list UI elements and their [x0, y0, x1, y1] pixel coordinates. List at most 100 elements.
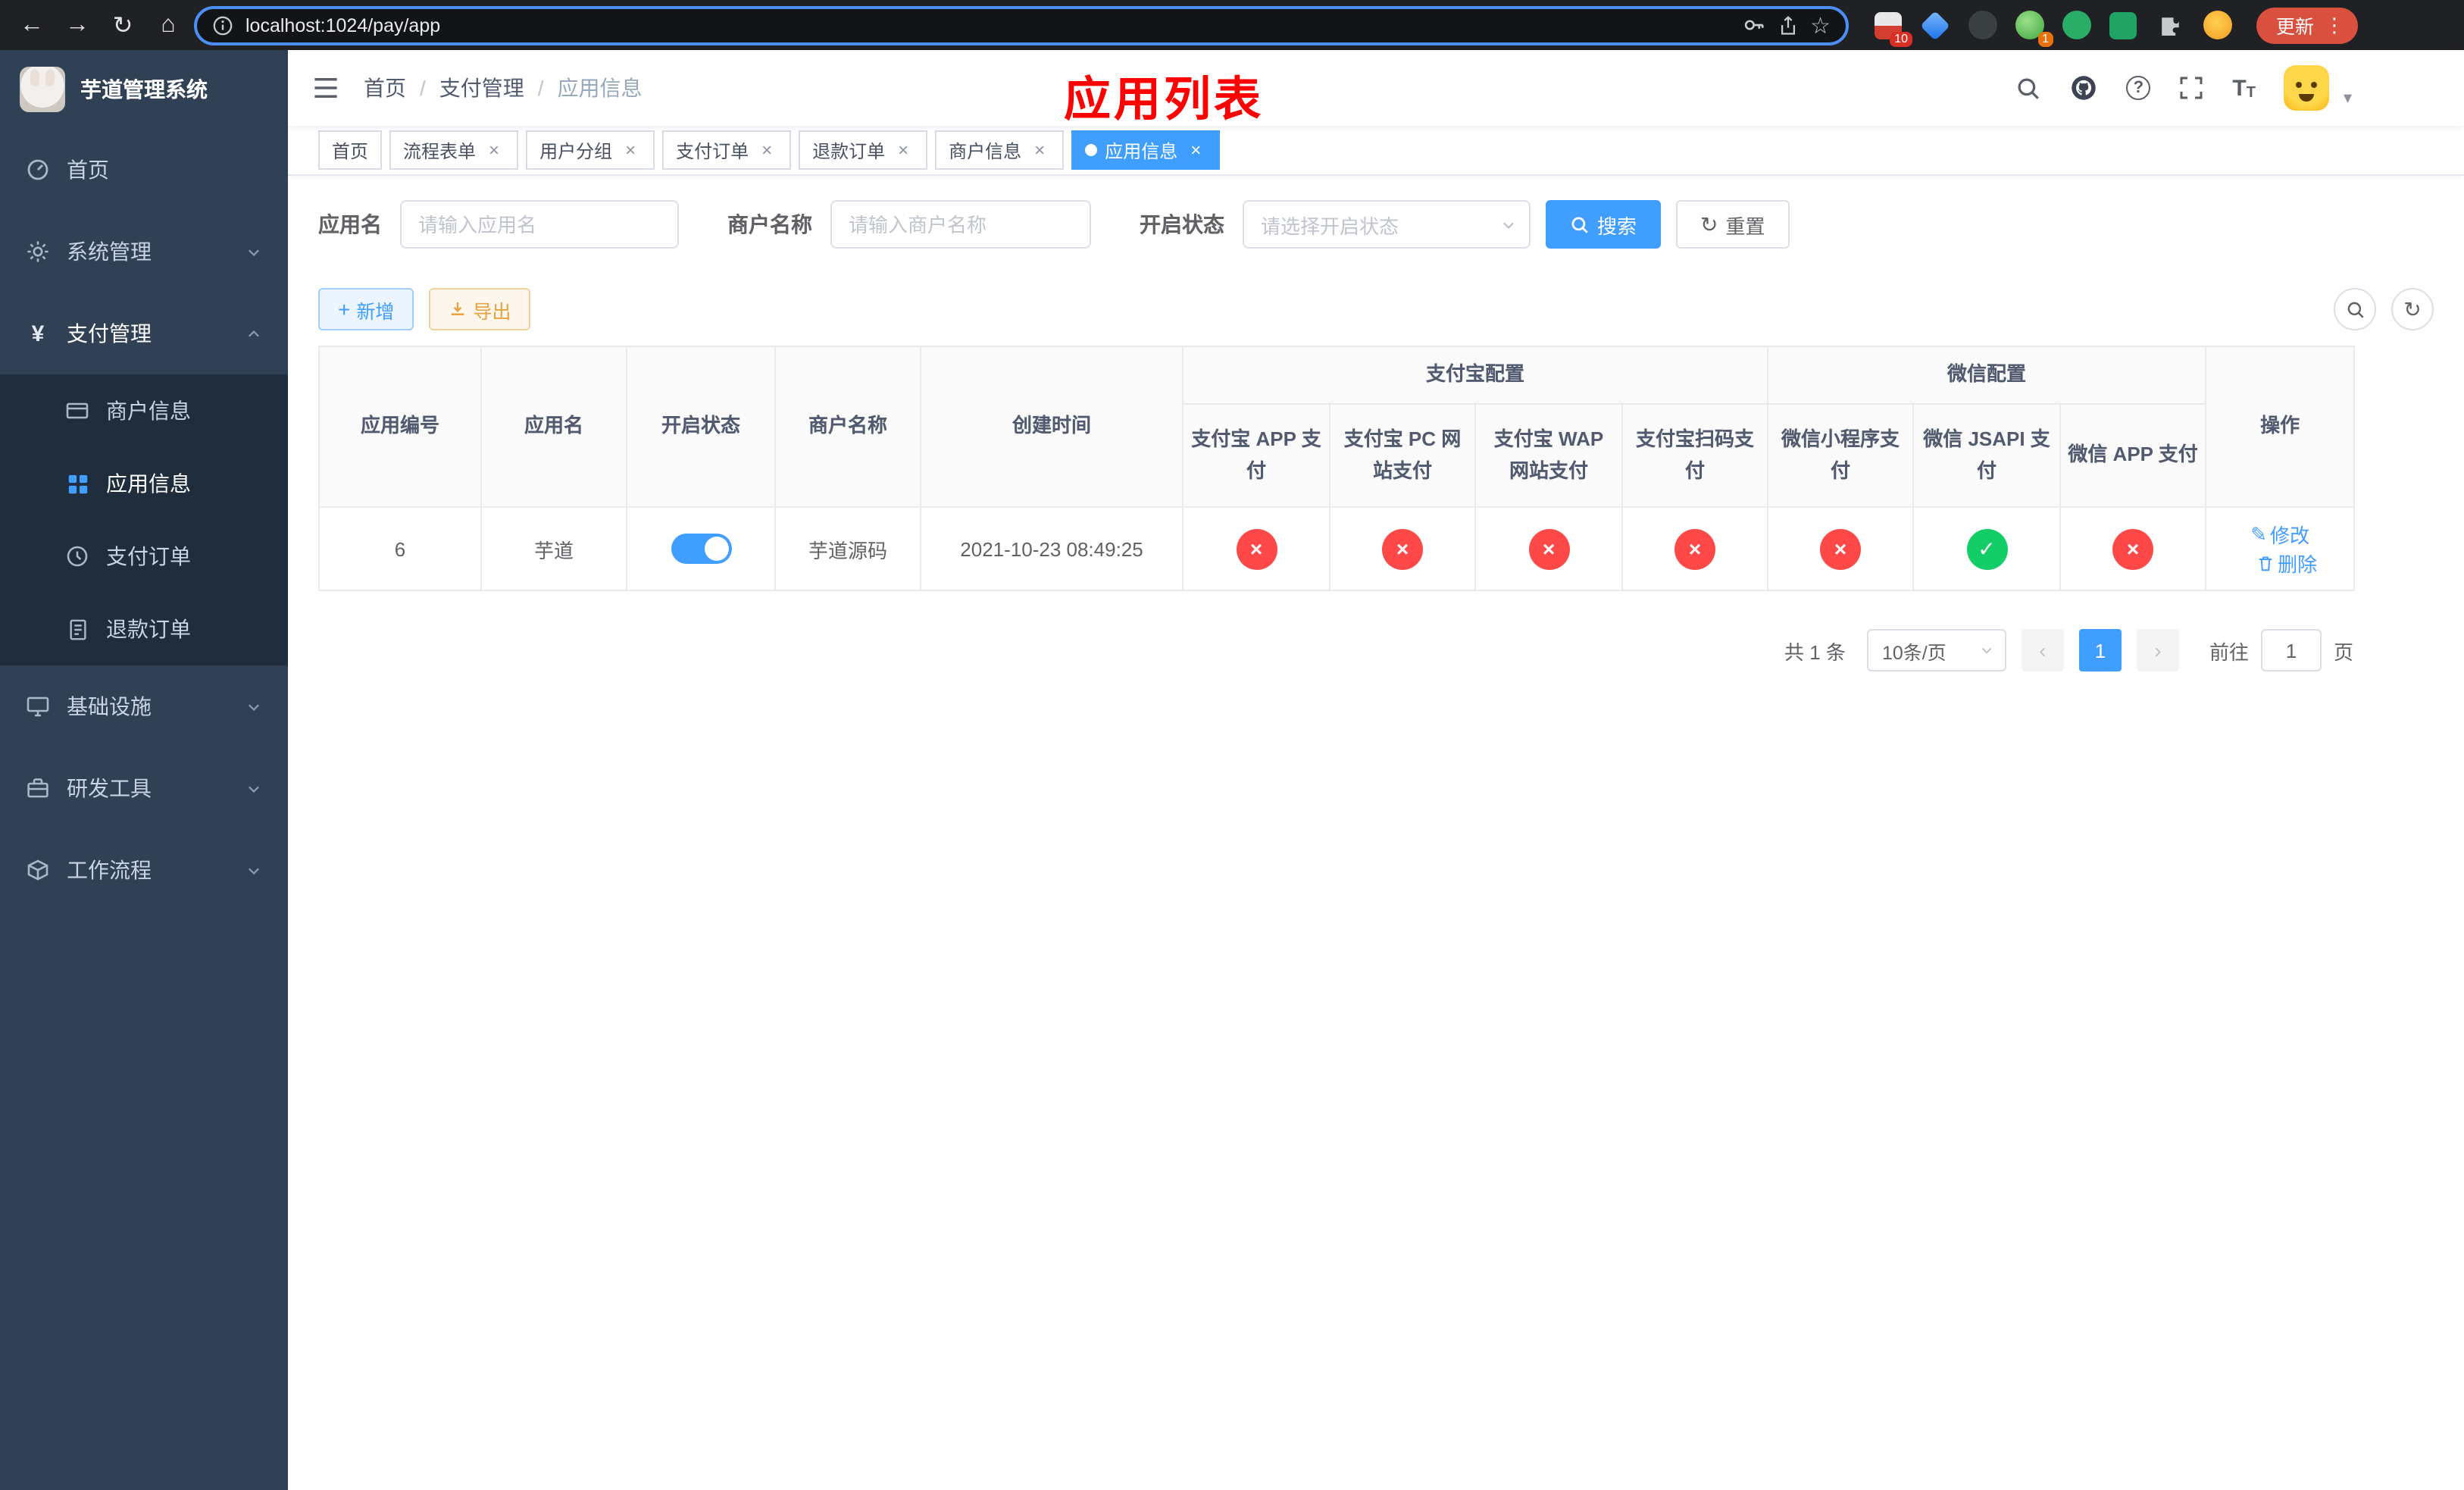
sidebar-item-dev-tools[interactable]: 研发工具: [0, 747, 288, 829]
status-toggle[interactable]: [671, 534, 731, 564]
close-icon[interactable]: ×: [893, 139, 914, 161]
app-name-input[interactable]: [400, 200, 679, 249]
avatar-caret-icon[interactable]: ▾: [2344, 88, 2352, 111]
font-size-icon[interactable]: TT: [2232, 75, 2256, 101]
extension-icon-blue-gem[interactable]: [1920, 10, 1950, 40]
sidebar-item-label: 应用信息: [106, 471, 191, 496]
close-icon[interactable]: ×: [620, 139, 641, 161]
sidebar-logo[interactable]: 芋道管理系统: [0, 50, 288, 129]
tag-label: 流程表单: [403, 140, 477, 161]
password-key-icon[interactable]: [1742, 14, 1765, 36]
data-table: 应用编号 应用名 开启状态 商户名称 创建时间 支付宝配置 微信配置 操作 支付…: [318, 346, 2434, 591]
home-icon: ⌂: [161, 11, 176, 37]
cell-alipay-pc: ×: [1329, 506, 1476, 591]
extension-icon-dark-circle[interactable]: [1967, 10, 1997, 40]
edit-pencil-icon: ✎: [2250, 522, 2267, 545]
close-icon[interactable]: ×: [1029, 139, 1050, 161]
cell-alipay-wap: ×: [1474, 506, 1623, 591]
edit-link[interactable]: ✎ 修改: [2250, 520, 2309, 549]
search-icon: [1571, 216, 1588, 233]
github-icon[interactable]: [2070, 74, 2097, 102]
status-cross-icon: ×: [1674, 528, 1715, 569]
tag-merchant-info[interactable]: 商户信息 ×: [935, 130, 1065, 170]
tag-process-form[interactable]: 流程表单 ×: [389, 130, 519, 170]
prev-page-button[interactable]: ‹: [2021, 629, 2064, 671]
next-page-button[interactable]: ›: [2136, 629, 2179, 671]
document-icon: [65, 617, 89, 641]
search-button[interactable]: 搜索: [1546, 200, 1662, 249]
user-avatar[interactable]: [2284, 65, 2330, 111]
tag-user-group[interactable]: 用户分组 ×: [526, 130, 655, 170]
share-icon[interactable]: [1777, 14, 1798, 36]
page-size-select[interactable]: 10条/页: [1866, 629, 2006, 671]
column-header-operations: 操作: [2205, 346, 2356, 508]
trash-icon: [2259, 556, 2272, 571]
extension-badge-count: 1: [2037, 31, 2053, 46]
extension-icon-green-square[interactable]: [2108, 10, 2138, 40]
tag-home[interactable]: 首页: [318, 130, 383, 170]
profile-avatar-icon[interactable]: [2202, 10, 2232, 40]
sidebar-item-app-info[interactable]: 应用信息: [0, 447, 288, 520]
cell-app-id: 6: [318, 506, 482, 591]
status-cross-icon: ×: [1528, 528, 1569, 569]
sidebar-item-payment[interactable]: ¥ 支付管理: [0, 293, 288, 374]
extension-icon-green-circle[interactable]: [2061, 10, 2091, 40]
add-button[interactable]: + 新增: [318, 288, 414, 330]
extensions-puzzle-icon[interactable]: [2155, 10, 2185, 40]
tag-app-info-active[interactable]: 应用信息 ×: [1071, 130, 1221, 170]
browser-update-button[interactable]: 更新 ⋮: [2256, 7, 2359, 43]
merchant-name-input[interactable]: [830, 200, 1091, 249]
sidebar-item-home[interactable]: 首页: [0, 129, 288, 211]
sidebar-item-workflow[interactable]: 工作流程: [0, 829, 288, 911]
active-dot-icon: [1085, 144, 1098, 156]
tag-refund-order[interactable]: 退款订单 ×: [799, 130, 928, 170]
goto-page-input[interactable]: [2260, 629, 2322, 671]
goto-unit-label: 页: [2333, 640, 2353, 663]
close-icon[interactable]: ×: [483, 139, 505, 161]
fullscreen-icon[interactable]: [2179, 76, 2203, 100]
column-header-create-time: 创建时间: [920, 346, 1184, 508]
bookmark-star-icon[interactable]: ☆: [1810, 11, 1831, 39]
close-icon[interactable]: ×: [1185, 139, 1206, 161]
page-number-1[interactable]: 1: [2078, 629, 2122, 671]
show-search-toggle-button[interactable]: [2334, 288, 2376, 330]
search-icon[interactable]: [2015, 75, 2041, 101]
browser-back-button[interactable]: ←: [12, 5, 52, 45]
help-icon[interactable]: ?: [2126, 76, 2151, 100]
site-info-icon[interactable]: [212, 14, 233, 36]
browser-reload-button[interactable]: ↻: [103, 5, 142, 45]
refresh-table-button[interactable]: ↻: [2391, 288, 2434, 330]
export-button[interactable]: 导出: [429, 288, 531, 330]
sidebar-item-system[interactable]: 系统管理: [0, 211, 288, 293]
status-select[interactable]: 请选择开启状态: [1243, 200, 1531, 249]
sidebar-item-refund-order[interactable]: 退款订单: [0, 593, 288, 665]
browser-home-button[interactable]: ⌂: [149, 5, 188, 45]
status-cross-icon: ×: [2112, 528, 2154, 569]
reset-button[interactable]: ↻ 重置: [1676, 200, 1790, 249]
browser-menu-icon[interactable]: ⋮: [2325, 13, 2344, 37]
sidebar-item-merchant-info[interactable]: 商户信息: [0, 374, 288, 447]
search-icon: [2347, 301, 2363, 318]
close-icon[interactable]: ×: [756, 139, 777, 161]
breadcrumb-home[interactable]: 首页: [364, 73, 406, 103]
chevron-down-icon: [245, 698, 262, 715]
browser-forward-button[interactable]: →: [58, 5, 97, 45]
sidebar-item-infrastructure[interactable]: 基础设施: [0, 665, 288, 747]
goto-label: 前往: [2209, 640, 2249, 663]
tag-pay-order[interactable]: 支付订单 ×: [662, 130, 792, 170]
reload-icon: ↻: [112, 13, 133, 39]
breadcrumb-payment[interactable]: 支付管理: [439, 73, 524, 103]
sidebar-item-pay-order[interactable]: 支付订单: [0, 520, 288, 593]
extension-icon-red-badge[interactable]: 10: [1873, 10, 1912, 46]
extension-icon-green-avatar[interactable]: 1: [2014, 10, 2053, 46]
reset-button-label: 重置: [1725, 214, 1765, 237]
column-group-alipay-config: 支付宝配置: [1181, 346, 1769, 405]
sidebar-collapse-icon[interactable]: [312, 74, 339, 102]
breadcrumb-current: 应用信息: [557, 76, 643, 100]
sidebar-item-label: 首页: [67, 158, 109, 182]
url-text: localhost:1024/pay/app: [245, 14, 441, 36]
delete-link[interactable]: 删除: [2256, 549, 2317, 578]
refresh-icon: ↻: [2403, 296, 2422, 321]
column-header-app-id: 应用编号: [318, 346, 482, 508]
url-bar[interactable]: localhost:1024/pay/app ☆: [194, 5, 1849, 45]
